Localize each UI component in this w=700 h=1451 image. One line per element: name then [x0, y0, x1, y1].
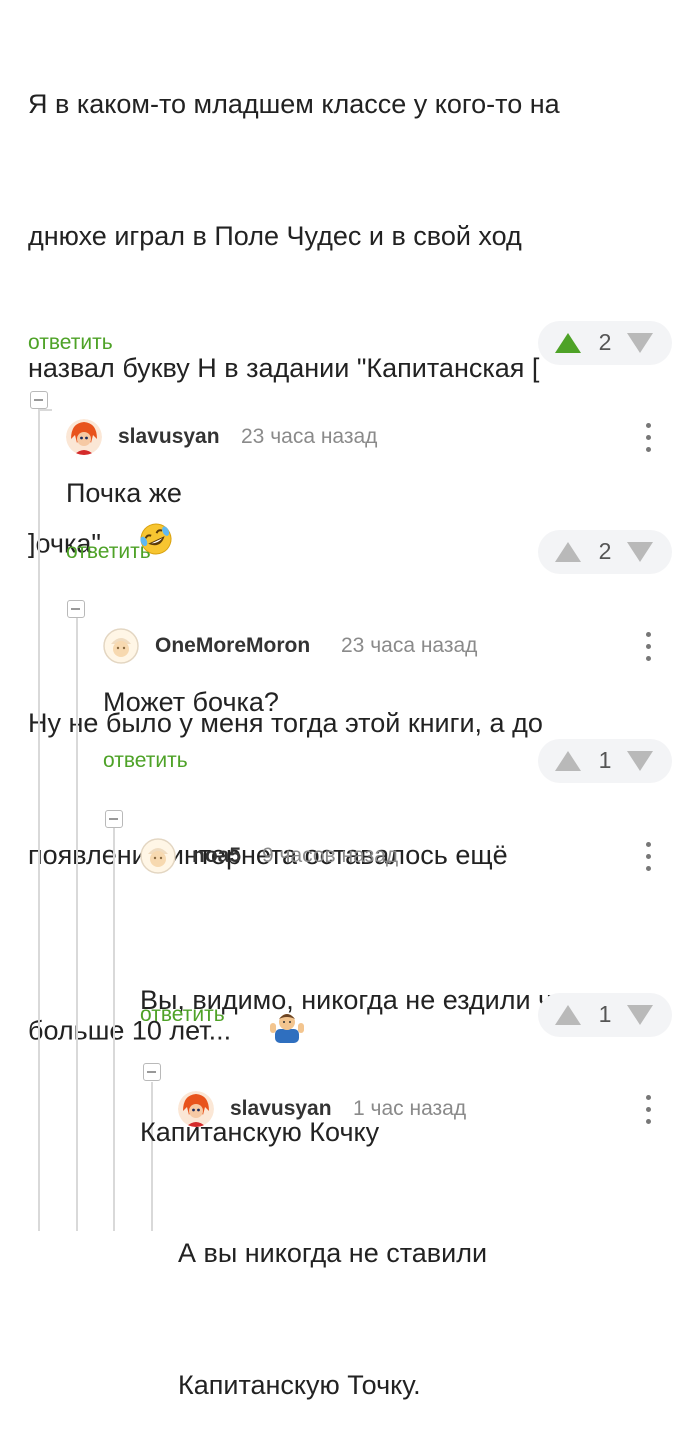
thread-line: [38, 409, 40, 1231]
downvote-icon[interactable]: [627, 333, 653, 353]
collapse-thread-button[interactable]: [143, 1063, 161, 1081]
comment-timestamp: 1 час назад: [353, 1097, 467, 1120]
downvote-icon[interactable]: [627, 542, 653, 562]
comment-line: Я в каком-то младшем классе у кого-то на: [28, 89, 560, 119]
collapse-thread-button[interactable]: [67, 600, 85, 618]
avatar[interactable]: [66, 419, 102, 455]
rating-control: 2: [538, 530, 672, 574]
collapse-thread-button[interactable]: [105, 810, 123, 828]
rating-count: 1: [598, 1001, 612, 1027]
avatar[interactable]: [178, 1091, 214, 1127]
reply-link[interactable]: ответить: [103, 749, 188, 773]
thread-line: [76, 618, 78, 1231]
upvote-icon[interactable]: [555, 751, 581, 771]
rating-count: 1: [598, 747, 612, 773]
reply-link[interactable]: ответить: [66, 540, 151, 564]
upvote-icon[interactable]: [555, 1005, 581, 1025]
rating-count: 2: [598, 538, 612, 564]
comment-author[interactable]: slavusyan: [118, 425, 220, 449]
avatar[interactable]: [140, 838, 176, 874]
comment-author[interactable]: OneMoreMoron: [155, 634, 310, 658]
collapse-thread-button[interactable]: [30, 391, 48, 409]
reply-link[interactable]: ответить: [28, 331, 113, 355]
comment-body: Может бочка?: [103, 687, 279, 717]
thread-line: [113, 828, 115, 1231]
rating-control: 2: [538, 321, 672, 365]
comment-timestamp: 23 часа назад: [341, 634, 478, 657]
more-options-icon[interactable]: [644, 630, 654, 662]
comment-body: Почка же: [66, 478, 182, 508]
reply-link[interactable]: ответить: [140, 1003, 225, 1027]
avatar[interactable]: [103, 628, 139, 664]
rating-control: 1: [538, 993, 672, 1037]
rating-count: 2: [598, 329, 612, 355]
upvote-icon[interactable]: [555, 333, 581, 353]
downvote-icon[interactable]: [627, 1005, 653, 1025]
thread-branch: [38, 409, 52, 411]
rating-control: 1: [538, 739, 672, 783]
more-options-icon[interactable]: [644, 840, 654, 872]
comment-line: Капитанскую Точку.: [178, 1370, 421, 1400]
more-options-icon[interactable]: [644, 421, 654, 453]
more-options-icon[interactable]: [644, 1093, 654, 1125]
comment-timestamp: 23 часа назад: [241, 425, 378, 448]
downvote-icon[interactable]: [627, 751, 653, 771]
comment-line: А вы никогда не ставили: [178, 1238, 488, 1268]
comment-body: А вы никогда не ставили Капитанскую Точк…: [178, 1143, 688, 1451]
comment-timestamp: 9 часов назад: [262, 844, 399, 867]
comment-line: днюхе играл в Поле Чудес и в свой ход: [28, 221, 522, 251]
upvote-icon[interactable]: [555, 542, 581, 562]
comment-author[interactable]: noa5: [192, 844, 241, 868]
comment-author[interactable]: slavusyan: [230, 1097, 332, 1121]
